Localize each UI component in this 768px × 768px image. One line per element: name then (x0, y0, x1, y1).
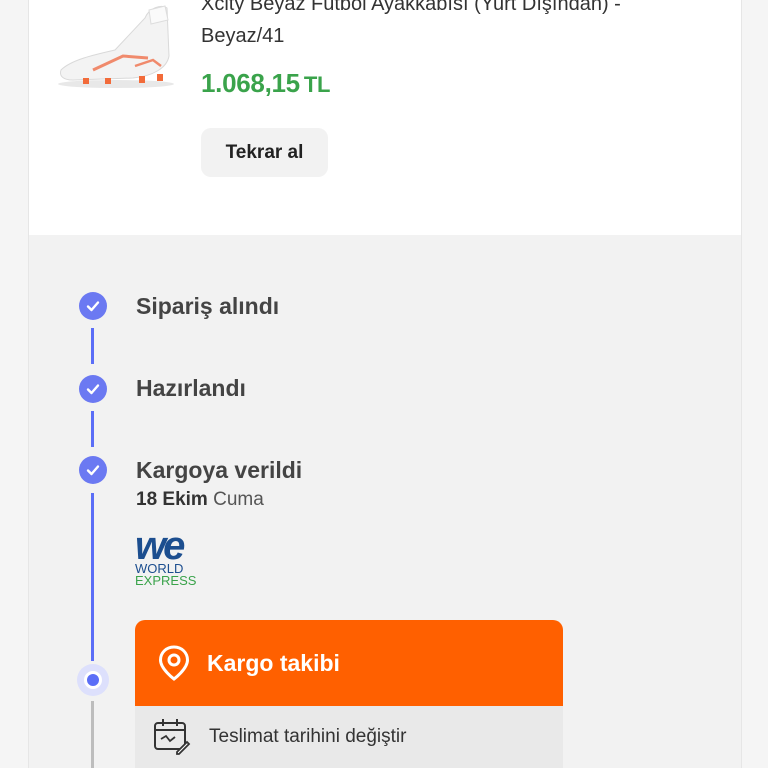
cargo-tracking-label: Kargo takibi (207, 649, 340, 676)
rebuy-button[interactable]: Tekrar al (201, 128, 328, 177)
check-icon (86, 465, 100, 476)
step-shipped-label: Kargoya verildi (136, 457, 303, 483)
product-title-line-1: Xcity Beyaz Futbol Ayakkabısı (Yurt Dışı… (201, 0, 621, 15)
step-done-check (79, 292, 107, 320)
change-delivery-date-label: Teslimat tarihini değiştir (209, 726, 407, 747)
carrier-logo-text-2: EXPRESS (135, 573, 197, 588)
shipped-date-weekday: Cuma (207, 489, 264, 510)
location-pin-icon (158, 645, 190, 681)
carrier-logo: we WORLD EXPRESS (135, 527, 197, 588)
product-image[interactable] (53, 0, 179, 95)
step-done-check (79, 375, 107, 403)
price-currency: TL (303, 72, 331, 97)
step-shipped-date: 18 Ekim Cuma (136, 489, 264, 511)
timeline-connector-pending (91, 701, 94, 768)
timeline-connector (91, 328, 94, 364)
timeline-connector (91, 411, 94, 447)
product-price: 1.068,15 TL (201, 68, 330, 99)
cargo-tracking-button[interactable]: Kargo takibi (135, 620, 563, 706)
check-icon (86, 301, 100, 312)
calendar-edit-icon (154, 719, 191, 755)
change-delivery-date-button[interactable]: Teslimat tarihini değiştir (135, 706, 563, 768)
product-title[interactable]: Xcity Beyaz Futbol Ayakkabısı (Yurt Dışı… (201, 0, 701, 52)
current-step-indicator (77, 664, 109, 696)
order-card: Xcity Beyaz Futbol Ayakkabısı (Yurt Dışı… (28, 0, 742, 768)
shipped-date-day: 18 Ekim (136, 489, 208, 510)
product-title-line-2: Beyaz/41 (201, 25, 285, 47)
order-timeline: Sipariş alındı Hazırlandı Kargoya verild… (29, 235, 741, 768)
check-icon (86, 384, 100, 395)
step-prepared-label: Hazırlandı (136, 375, 246, 401)
product-section: Xcity Beyaz Futbol Ayakkabısı (Yurt Dışı… (29, 0, 741, 235)
timeline-connector (91, 493, 94, 661)
step-order-received-label: Sipariş alındı (136, 293, 280, 319)
step-done-check (79, 456, 107, 484)
price-amount: 1.068,15 (201, 68, 300, 98)
